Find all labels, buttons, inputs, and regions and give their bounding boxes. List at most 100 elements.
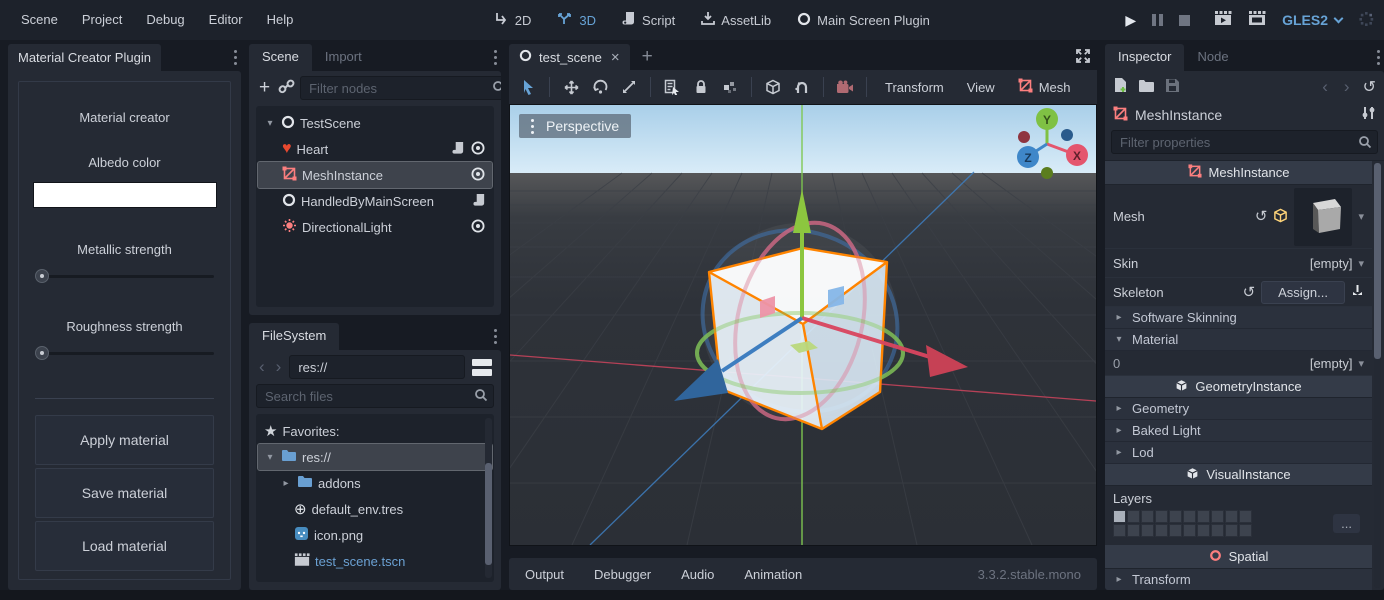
visibility-eye-icon[interactable] — [470, 218, 486, 237]
layer-checkbox[interactable] — [1169, 524, 1182, 537]
skin-value[interactable]: [empty] — [1310, 256, 1353, 271]
perspective-button[interactable]: Perspective — [519, 114, 631, 138]
layer-checkbox[interactable] — [1211, 510, 1224, 523]
view-menu[interactable]: View — [957, 80, 1005, 95]
tab-animation[interactable]: Animation — [744, 567, 802, 582]
tree-row-favorites[interactable]: ★ Favorites: — [258, 418, 492, 444]
tree-row-res-root[interactable]: ▾ res:// — [258, 444, 492, 470]
layer-checkbox[interactable] — [1155, 524, 1168, 537]
play-button[interactable]: ▶ — [1125, 12, 1136, 29]
distraction-free-icon[interactable] — [1075, 48, 1097, 67]
filesystem-scrollbar[interactable] — [485, 418, 492, 578]
move-tool-button[interactable] — [558, 74, 584, 100]
group-geometry[interactable]: ▸ Geometry — [1105, 398, 1372, 420]
group-software-skinning[interactable]: ▸ Software Skinning — [1105, 307, 1372, 329]
pause-button[interactable] — [1152, 14, 1163, 26]
group-material[interactable]: ▾ Material — [1105, 329, 1372, 351]
script-attached-icon[interactable] — [473, 193, 486, 210]
snap-button[interactable] — [760, 74, 786, 100]
current-path-field[interactable]: res:// — [289, 355, 465, 379]
tab-inspector[interactable]: Inspector — [1105, 44, 1184, 71]
chevron-down-icon[interactable]: ▾ — [1358, 357, 1364, 370]
tree-row-test-scene[interactable]: test_scene.tscn — [258, 548, 492, 574]
tree-row-meshinstance[interactable]: MeshInstance — [258, 162, 492, 188]
rotate-tool-button[interactable] — [587, 74, 613, 100]
visibility-eye-icon[interactable] — [470, 140, 486, 159]
lock-button[interactable] — [688, 74, 714, 100]
play-custom-scene-button[interactable] — [1248, 11, 1266, 29]
mesh-preview-thumbnail[interactable] — [1294, 188, 1352, 246]
dock-menu-icon[interactable] — [490, 50, 501, 65]
tree-row-addons[interactable]: ▸ addons — [258, 470, 492, 496]
dock-menu-icon[interactable] — [1373, 50, 1384, 65]
dock-menu-icon[interactable] — [490, 329, 501, 344]
history-back-button[interactable]: ‹ — [256, 357, 268, 377]
cubemesh-resource-icon[interactable] — [1273, 208, 1288, 226]
metallic-strength-slider[interactable] — [35, 269, 214, 283]
3d-viewport-canvas[interactable]: Y X Z — [510, 105, 1096, 545]
tab-debugger[interactable]: Debugger — [594, 567, 651, 582]
albedo-color-swatch[interactable] — [33, 182, 217, 208]
tab-import[interactable]: Import — [312, 44, 375, 71]
stop-button[interactable] — [1179, 15, 1190, 26]
tree-row-icon-png[interactable]: icon.png — [258, 522, 492, 548]
group-transform[interactable]: ▸ Transform — [1105, 569, 1372, 590]
tree-row-directionallight[interactable]: DirectionalLight — [258, 214, 492, 240]
layer-checkbox[interactable] — [1197, 510, 1210, 523]
dock-menu-icon[interactable] — [230, 50, 241, 65]
workspace-2d[interactable]: 2D — [494, 11, 532, 29]
neg-z-ball[interactable] — [1061, 129, 1073, 141]
menu-scene[interactable]: Scene — [10, 0, 69, 40]
local-space-button[interactable] — [789, 74, 815, 100]
filter-nodes-input[interactable] — [300, 76, 501, 100]
visibility-eye-icon[interactable] — [470, 166, 486, 185]
revert-icon[interactable]: ↺ — [1255, 209, 1268, 224]
layer-checkbox[interactable] — [1239, 510, 1252, 523]
layer-checkbox[interactable] — [1197, 524, 1210, 537]
workspace-3d[interactable]: 3D — [557, 11, 596, 29]
workspace-script[interactable]: Script — [622, 11, 675, 29]
layer-checkbox[interactable] — [1183, 524, 1196, 537]
layer-checkbox[interactable] — [1141, 510, 1154, 523]
transform-menu[interactable]: Transform — [875, 80, 954, 95]
history-forward-button[interactable]: › — [1341, 77, 1353, 97]
skeleton-assign-button[interactable]: Assign... — [1261, 281, 1345, 304]
object-history-icon[interactable]: ↺ — [1363, 77, 1376, 97]
3d-viewport[interactable]: Y X Z Perspective — [509, 104, 1097, 546]
neg-x-ball[interactable] — [1018, 131, 1030, 143]
group-baked-light[interactable]: ▸ Baked Light — [1105, 420, 1372, 442]
tab-output[interactable]: Output — [525, 567, 564, 582]
layer-checkbox[interactable] — [1127, 510, 1140, 523]
play-scene-button[interactable] — [1214, 11, 1232, 29]
tree-row-handledbymainscreen[interactable]: HandledByMainScreen — [258, 188, 492, 214]
save-material-button[interactable]: Save material — [35, 468, 214, 518]
group-button[interactable] — [717, 74, 743, 100]
search-files-input[interactable] — [256, 384, 494, 408]
tab-audio[interactable]: Audio — [681, 567, 714, 582]
tree-row-heart[interactable]: ♥ Heart — [258, 136, 492, 162]
layer-checkbox[interactable] — [1183, 510, 1196, 523]
load-resource-button[interactable] — [1138, 79, 1155, 96]
layer-checkbox[interactable] — [1141, 524, 1154, 537]
workspace-main-screen-plugin[interactable]: Main Screen Plugin — [797, 12, 930, 29]
layer-checkbox[interactable] — [1169, 510, 1182, 523]
extra-options-icon[interactable] — [1361, 105, 1376, 124]
list-select-button[interactable] — [659, 74, 685, 100]
group-lod[interactable]: ▸ Lod — [1105, 442, 1372, 464]
inspector-scrollbar[interactable] — [1374, 163, 1381, 588]
layer-checkbox[interactable] — [1225, 510, 1238, 523]
close-icon[interactable]: × — [609, 49, 620, 66]
tree-row-testscene[interactable]: ▾ TestScene — [258, 110, 492, 136]
tree-row-default-env[interactable]: ⊕ default_env.tres — [258, 496, 492, 522]
layer-checkbox[interactable] — [1127, 524, 1140, 537]
add-node-button[interactable]: + — [256, 77, 273, 99]
instance-scene-button[interactable] — [278, 79, 295, 97]
new-scene-tab-button[interactable]: + — [630, 46, 665, 68]
save-resource-button[interactable] — [1165, 78, 1180, 96]
chevron-down-icon[interactable]: ▾ — [1358, 210, 1364, 223]
collapse-icon[interactable]: ▾ — [264, 452, 276, 463]
chevron-down-icon[interactable]: ▾ — [1358, 257, 1364, 270]
menu-project[interactable]: Project — [71, 0, 133, 40]
scale-tool-button[interactable] — [616, 74, 642, 100]
scrollbar-thumb[interactable] — [485, 463, 492, 565]
